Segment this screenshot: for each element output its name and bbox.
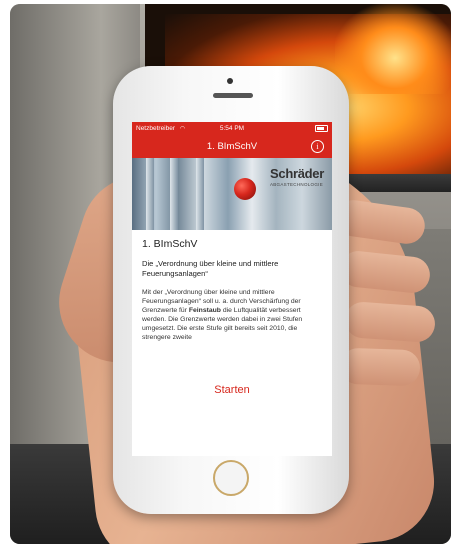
article-content: 1. BImSchV Die „Verordnung über kleine u… <box>142 238 324 342</box>
battery-icon <box>315 125 328 132</box>
home-button[interactable] <box>213 460 249 496</box>
start-button[interactable]: Starten <box>132 384 332 396</box>
status-bar: Netzbetreiber ◠ 5:54 PM <box>132 122 332 135</box>
body-emphasis: Feinstaub <box>188 307 221 314</box>
info-icon[interactable]: i <box>311 140 324 153</box>
nav-bar: 1. BImSchV i <box>132 135 332 158</box>
chimney-pipe <box>196 158 204 230</box>
finger <box>339 347 421 387</box>
nav-title: 1. BImSchV <box>206 141 258 152</box>
logo-subtitle: ABGASTECHNOLOGIE <box>269 182 323 187</box>
chimney-pipe <box>146 158 154 230</box>
hero-image: Schräder ABGASTECHNOLOGIE <box>132 158 332 230</box>
status-time: 5:54 PM <box>219 125 245 132</box>
logo-name: Schräder <box>270 166 324 181</box>
finger <box>343 300 437 344</box>
front-camera <box>227 78 233 84</box>
article-body: Mit der „Verordnung über kleine und mitt… <box>142 288 324 342</box>
app-screen: Netzbetreiber ◠ 5:54 PM 1. BImSchV i Sch… <box>132 122 332 456</box>
fire-flame <box>335 4 451 94</box>
article-heading: 1. BImSchV <box>142 238 198 250</box>
chimney-pipe <box>170 158 178 230</box>
logo-ball-icon <box>234 178 256 200</box>
earpiece-speaker <box>213 93 253 98</box>
article-lead: Die „Verordnung über kleine und mittlere… <box>142 259 279 278</box>
smartphone: Netzbetreiber ◠ 5:54 PM 1. BImSchV i Sch… <box>113 66 349 514</box>
